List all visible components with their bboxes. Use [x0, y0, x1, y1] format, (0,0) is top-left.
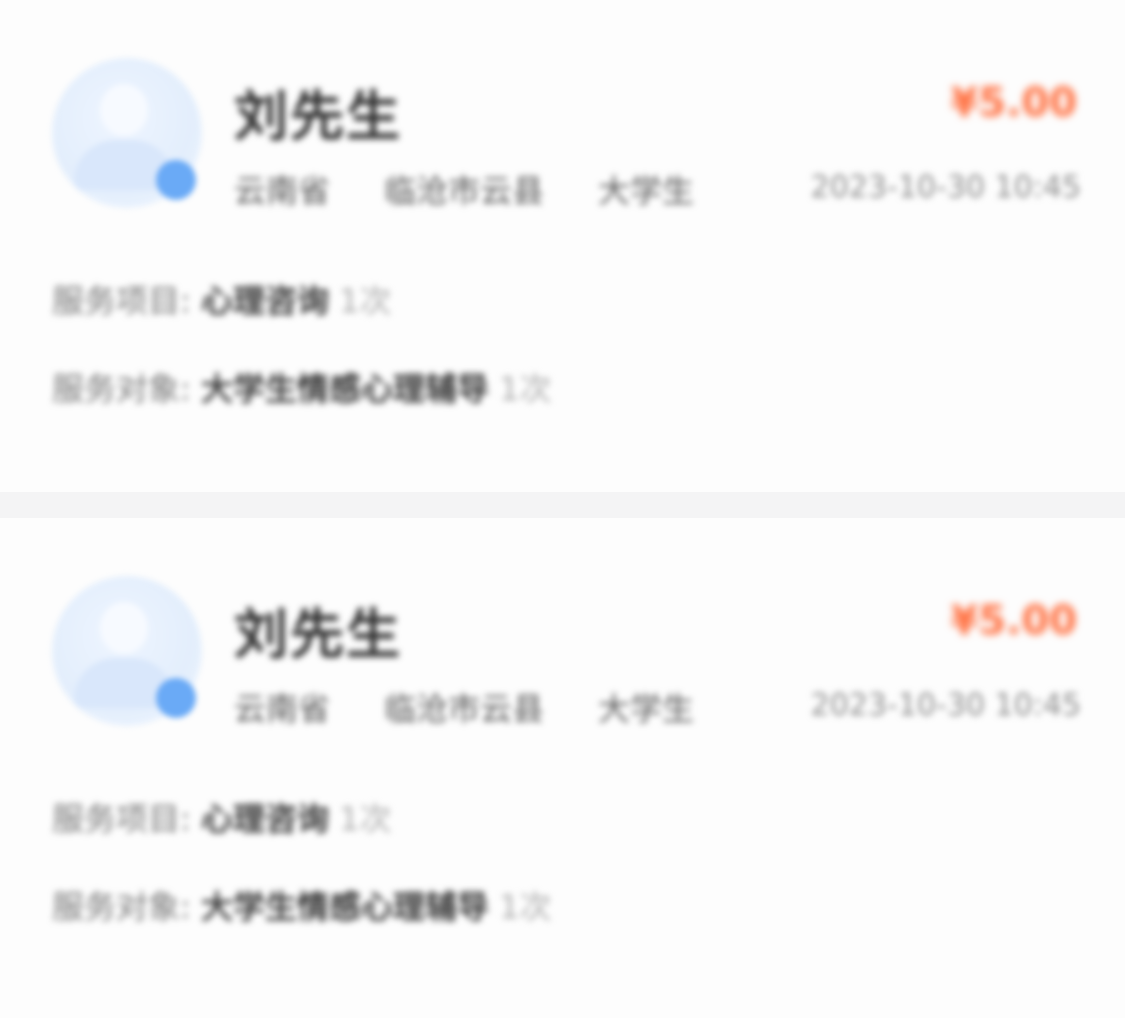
tag-province: 云南省 [234, 690, 331, 728]
user-tags: 云南省 临沧市云县 大学生 [234, 166, 694, 212]
verified-badge-icon [156, 678, 196, 718]
user-name: 刘先生 [234, 603, 402, 666]
tag-identity: 大学生 [598, 172, 695, 210]
service-target-label: 服务对象: [52, 888, 191, 926]
service-item-row: 服务项目: 心理咨询 1次 [52, 276, 392, 322]
tag-identity: 大学生 [598, 690, 695, 728]
service-target-count: 1次 [499, 370, 552, 408]
order-card[interactable]: 刘先生 云南省 临沧市云县 大学生 ¥5.00 2023-10-30 10:45… [0, 518, 1125, 1018]
user-avatar-icon [52, 58, 202, 208]
avatar-head [100, 602, 148, 654]
order-time: 2023-10-30 10:45 [810, 688, 1081, 723]
order-list: 刘先生 云南省 临沧市云县 大学生 ¥5.00 2023-10-30 10:45… [0, 0, 1125, 1018]
service-item-row: 服务项目: 心理咨询 1次 [52, 794, 392, 840]
service-target-value: 大学生情感心理辅导 [200, 888, 489, 926]
service-item-count: 1次 [339, 282, 392, 320]
service-target-label: 服务对象: [52, 370, 191, 408]
order-time: 2023-10-30 10:45 [810, 170, 1081, 205]
service-item-label: 服务项目: [52, 800, 191, 838]
order-price: ¥5.00 [950, 598, 1077, 644]
service-item-value: 心理咨询 [200, 282, 329, 320]
user-avatar-icon [52, 576, 202, 726]
order-price: ¥5.00 [950, 80, 1077, 126]
tag-city: 临沧市云县 [384, 172, 545, 210]
avatar-head [100, 84, 148, 136]
service-item-label: 服务项目: [52, 282, 191, 320]
user-name: 刘先生 [234, 85, 402, 148]
service-target-row: 服务对象: 大学生情感心理辅导 1次 [52, 882, 552, 928]
tag-province: 云南省 [234, 172, 331, 210]
verified-badge-icon [156, 160, 196, 200]
service-item-count: 1次 [339, 800, 392, 838]
service-target-row: 服务对象: 大学生情感心理辅导 1次 [52, 364, 552, 410]
service-target-count: 1次 [499, 888, 552, 926]
tag-city: 临沧市云县 [384, 690, 545, 728]
order-card[interactable]: 刘先生 云南省 临沧市云县 大学生 ¥5.00 2023-10-30 10:45… [0, 0, 1125, 492]
service-target-value: 大学生情感心理辅导 [200, 370, 489, 408]
service-item-value: 心理咨询 [200, 800, 329, 838]
user-tags: 云南省 临沧市云县 大学生 [234, 684, 694, 730]
